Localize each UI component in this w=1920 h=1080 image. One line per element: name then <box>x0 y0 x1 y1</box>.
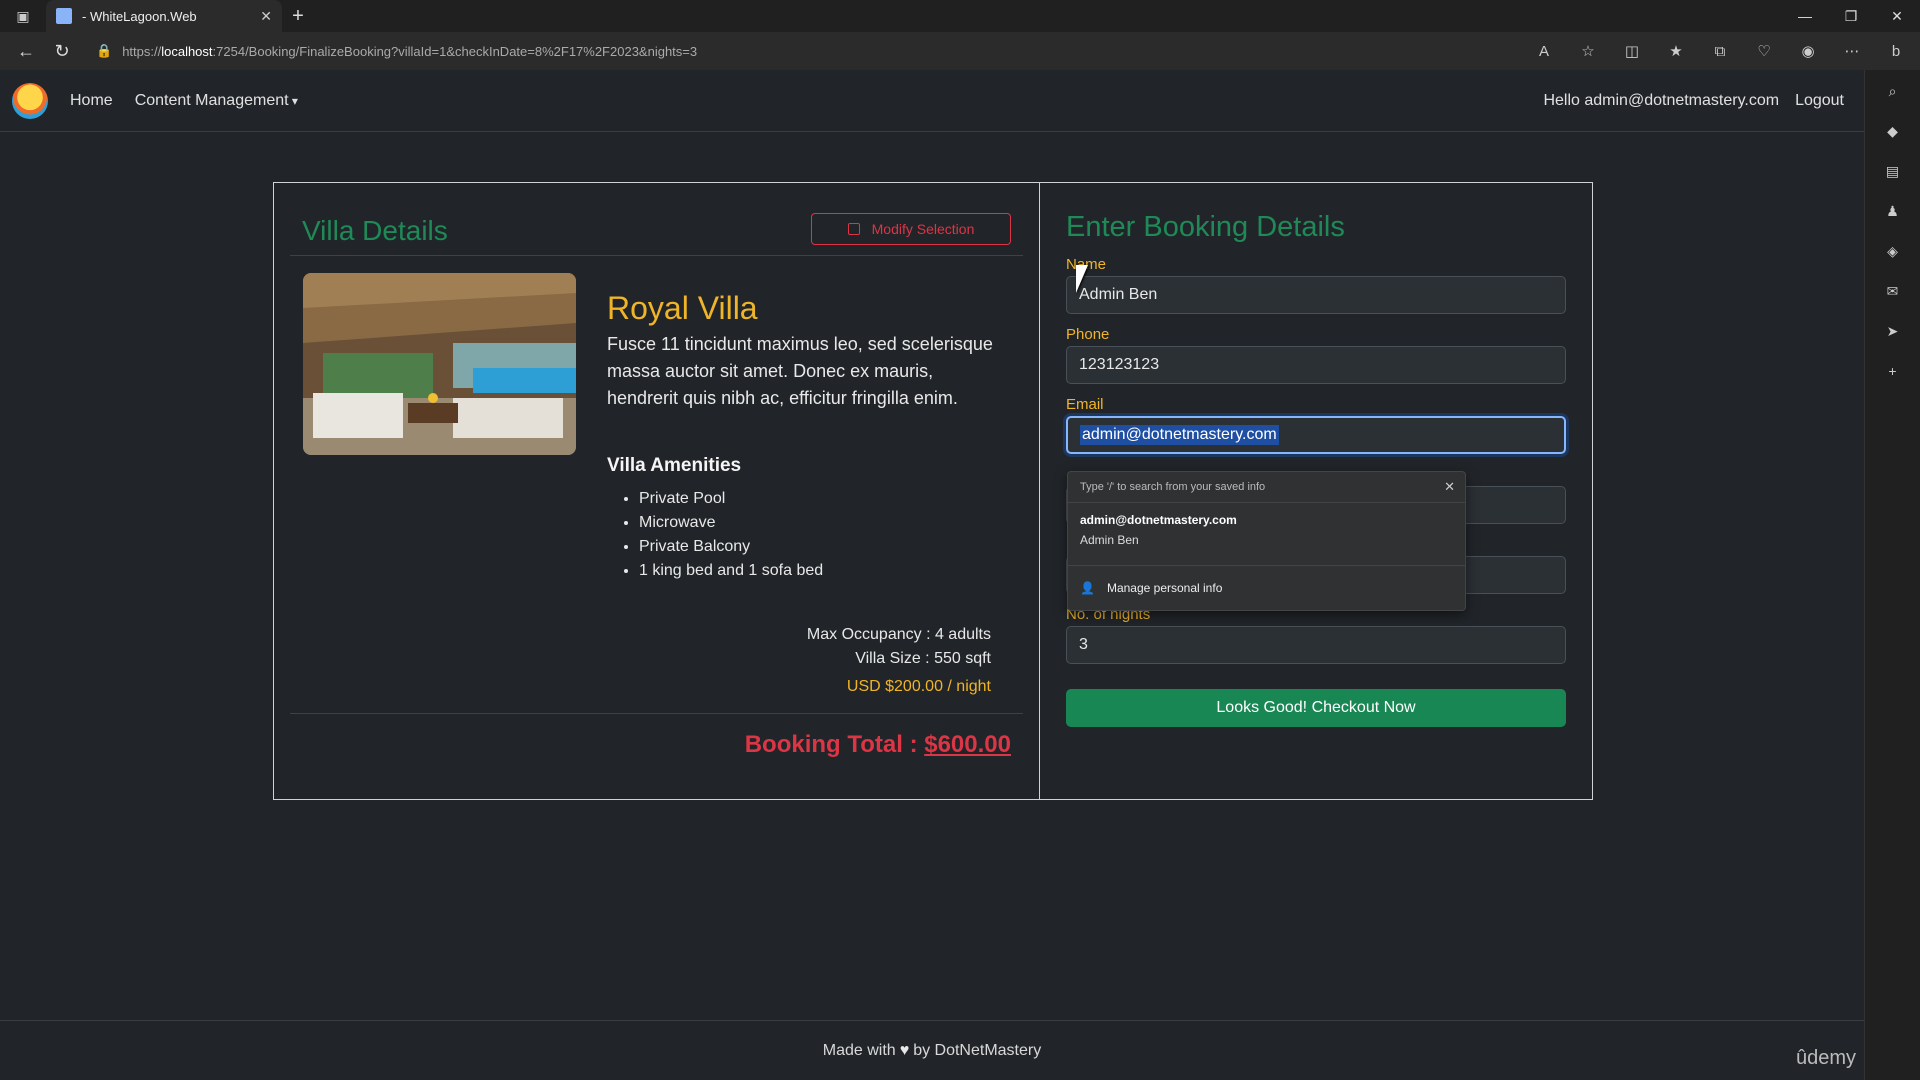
suggestion-email: admin@dotnetmastery.com <box>1080 513 1237 527</box>
booking-total: Booking Total : $600.00 <box>744 731 1011 758</box>
games-icon[interactable]: ♟ <box>1881 200 1905 222</box>
autofill-hint: Type '/' to search from your saved info <box>1080 481 1266 493</box>
window-controls: — ❐ ✕ <box>1782 0 1920 32</box>
site-logo[interactable] <box>12 82 48 119</box>
url-field[interactable]: 🔒 https://localhost:7254/Booking/Finaliz… <box>86 37 1466 65</box>
name-input[interactable]: Admin Ben <box>1066 276 1566 314</box>
footer-by: by DotNetMastery <box>913 1041 1042 1059</box>
villa-details-header: Villa Details Modify Selection <box>290 183 1023 256</box>
read-aloud-icon[interactable]: A <box>1528 36 1560 66</box>
email-label: Email <box>1066 396 1104 413</box>
email-input[interactable]: admin@dotnetmastery.com <box>1066 416 1566 454</box>
nights-input[interactable]: 3 <box>1066 626 1566 664</box>
performance-icon[interactable]: ♡ <box>1748 36 1780 66</box>
split-screen-icon[interactable]: ◫ <box>1616 36 1648 66</box>
close-icon[interactable]: ✕ <box>1444 479 1455 495</box>
villa-details-title: Villa Details <box>302 215 448 246</box>
nav-content-management[interactable]: Content Management <box>135 92 298 110</box>
page-favicon-icon <box>56 8 72 24</box>
tag-icon[interactable]: ◆ <box>1881 120 1905 142</box>
villa-details-panel: Villa Details Modify Selection Royal Vil… <box>274 183 1040 799</box>
amenities-title: Villa Amenities <box>607 455 742 476</box>
list-item: Private Balcony <box>639 535 823 559</box>
tab-actions-icon[interactable]: ▣ <box>0 0 46 32</box>
list-item: Microwave <box>639 511 823 535</box>
close-window-icon[interactable]: ✕ <box>1874 0 1920 32</box>
person-icon: 👤 <box>1080 581 1095 595</box>
address-bar: ← ↻ 🔒 https://localhost:7254/Booking/Fin… <box>0 32 1920 70</box>
profile-avatar[interactable]: ◉ <box>1792 36 1824 66</box>
site-footer: Made with ♥ by DotNetMastery <box>0 1020 1864 1080</box>
villa-size: Villa Size : 550 sqft <box>855 650 991 667</box>
checkout-button[interactable]: Looks Good! Checkout Now <box>1066 689 1566 727</box>
nav-hello-user[interactable]: Hello admin@dotnetmastery.com <box>1543 92 1779 110</box>
divider <box>290 713 1023 714</box>
browser-tab[interactable]: - WhiteLagoon.Web ✕ <box>46 0 282 32</box>
office-icon[interactable]: ◈ <box>1881 240 1905 262</box>
list-item: 1 king bed and 1 sofa bed <box>639 559 823 583</box>
add-icon[interactable]: + <box>1881 360 1905 382</box>
refresh-button[interactable]: ↻ <box>44 36 80 66</box>
lock-icon: 🔒 <box>96 43 113 58</box>
manage-personal-info-label: Manage personal info <box>1106 581 1223 595</box>
outlook-icon[interactable]: ✉ <box>1881 280 1905 302</box>
email-selected-text: admin@dotnetmastery.com <box>1080 425 1279 445</box>
new-tab-button[interactable]: + <box>282 0 314 32</box>
tab-title: - WhiteLagoon.Web <box>82 8 197 24</box>
minimize-icon[interactable]: — <box>1782 0 1828 32</box>
villa-stats: Max Occupancy : 4 adults Villa Size : 55… <box>807 623 991 699</box>
restore-icon[interactable]: ❐ <box>1828 0 1874 32</box>
favorite-star-icon[interactable]: ☆ <box>1572 36 1604 66</box>
udemy-watermark: ûdemy <box>1795 1047 1856 1069</box>
villa-description: Fusce 11 tincidunt maximus leo, sed scel… <box>607 334 993 408</box>
amenities-list: Private Pool Microwave Private Balcony 1… <box>639 487 823 583</box>
max-occupancy: Max Occupancy : 4 adults <box>806 626 991 643</box>
manage-personal-info-link[interactable]: 👤 Manage personal info <box>1068 566 1465 610</box>
back-square-icon <box>847 223 860 235</box>
phone-label: Phone <box>1066 326 1110 343</box>
copilot-icon[interactable]: b <box>1880 36 1912 66</box>
back-button[interactable]: ← <box>8 36 44 66</box>
mouse-cursor-icon <box>1076 265 1100 293</box>
favorites-icon[interactable]: ★ <box>1660 36 1692 66</box>
collections-icon[interactable]: ⧉ <box>1704 36 1736 66</box>
web-page: Home Content Management Hello admin@dotn… <box>0 70 1864 1080</box>
name-label: Name <box>1066 256 1107 273</box>
more-icon[interactable]: ⋯ <box>1836 36 1868 66</box>
browser-tab-bar: ▣ - WhiteLagoon.Web ✕ + — ❐ ✕ <box>0 0 1920 32</box>
booking-details-title: Enter Booking Details <box>1066 211 1345 243</box>
search-icon[interactable]: ⌕ <box>1881 80 1905 102</box>
edge-sidebar: ⌕ ◆ ▤ ♟ ◈ ✉ ➤ + <box>1864 70 1920 1080</box>
autofill-popup: Type '/' to search from your saved info … <box>1067 471 1466 611</box>
heart-icon: ♥ <box>899 1041 910 1059</box>
booking-total-amount: $600.00 <box>924 731 1011 758</box>
nav-right: Hello admin@dotnetmastery.com Logout <box>1543 92 1844 110</box>
suggestion-name: Admin Ben <box>1080 533 1139 547</box>
send-icon[interactable]: ➤ <box>1881 320 1905 342</box>
villa-price: USD $200.00 / night <box>846 678 991 695</box>
close-tab-icon[interactable]: ✕ <box>260 8 272 25</box>
url-text: https://localhost:7254/Booking/FinalizeB… <box>122 43 698 59</box>
nav-home[interactable]: Home <box>70 92 113 110</box>
autofill-suggestion[interactable]: admin@dotnetmastery.com Admin Ben <box>1068 502 1465 566</box>
footer-made-with: Made with <box>822 1041 896 1059</box>
browser-toolbar: A ☆ ◫ ★ ⧉ ♡ ◉ ⋯ b <box>1528 36 1912 66</box>
villa-image <box>303 273 576 455</box>
villa-name: Royal Villa <box>607 290 758 326</box>
phone-input[interactable]: 123123123 <box>1066 346 1566 384</box>
nav-logout[interactable]: Logout <box>1795 92 1844 110</box>
briefcase-icon[interactable]: ▤ <box>1881 160 1905 182</box>
list-item: Private Pool <box>639 487 823 511</box>
modify-selection-button[interactable]: Modify Selection <box>811 213 1011 245</box>
modify-selection-label: Modify Selection <box>871 221 975 237</box>
site-navbar: Home Content Management Hello admin@dotn… <box>0 70 1864 132</box>
